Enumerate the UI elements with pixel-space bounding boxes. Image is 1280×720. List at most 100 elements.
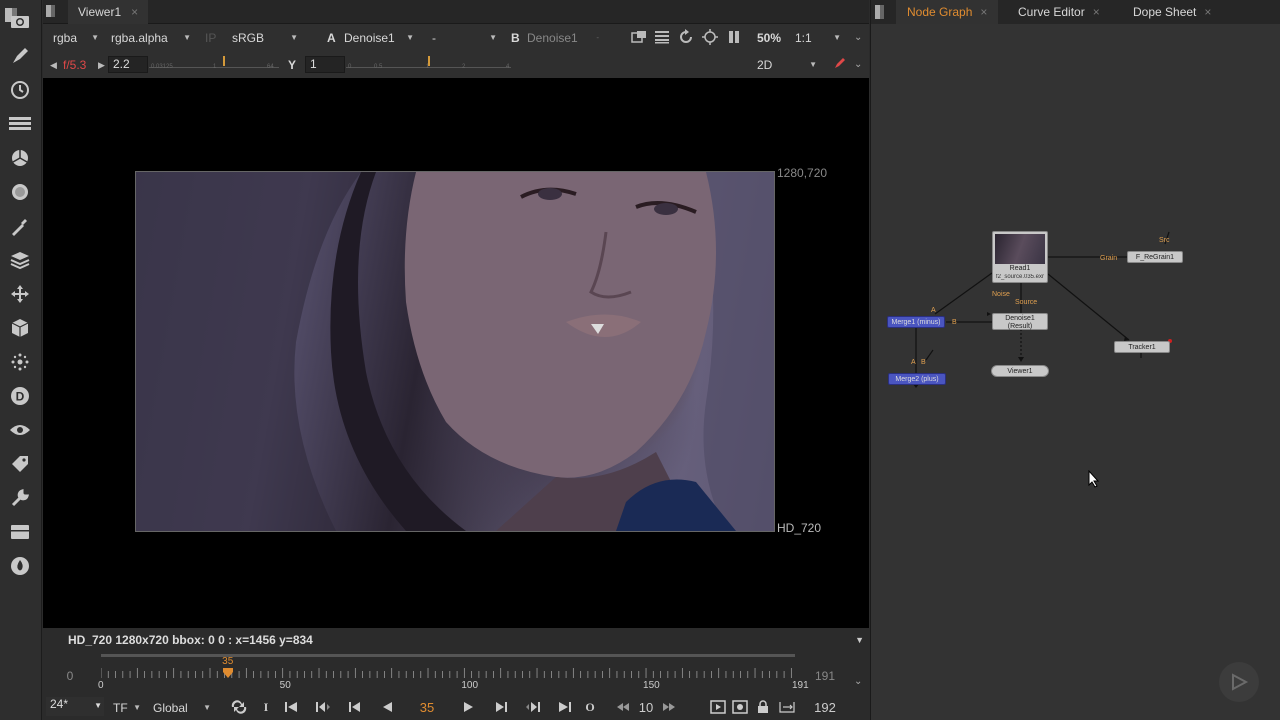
timeline[interactable]: 0 35 0 50 100 150 191 191 ⌄ <box>43 654 869 694</box>
time-format-dropdown[interactable]: TF ▼ <box>113 699 141 717</box>
timeline-range-bar[interactable] <box>101 654 795 657</box>
next-frame-icon[interactable] <box>491 698 511 716</box>
keyer-icon[interactable] <box>8 214 32 238</box>
gamma-tick-label: 2 <box>462 64 466 70</box>
last-frame-icon[interactable] <box>555 698 575 716</box>
gain-field[interactable]: 2.2 <box>108 56 148 73</box>
alpha-channel-dropdown[interactable]: rgba.alpha ▼ <box>111 29 191 47</box>
frame-range-scope-dropdown[interactable]: Global ▼ <box>153 699 211 717</box>
previous-frame-icon[interactable] <box>345 698 365 716</box>
lines-icon[interactable] <box>654 30 670 47</box>
gamma-slider[interactable]: 0 0.5 1 2 4 <box>346 56 511 70</box>
image-icon[interactable] <box>8 10 32 34</box>
refresh-icon[interactable] <box>678 28 694 49</box>
b-input-value: Denoise1 <box>527 31 578 45</box>
skip-forward-icon[interactable] <box>659 698 679 716</box>
node-tracker[interactable]: Tracker1 <box>1114 341 1170 353</box>
node-merge1[interactable]: Merge1 (minus) <box>887 316 945 328</box>
info-dropdown-icon[interactable]: ▼ <box>855 628 864 652</box>
play-backward-icon[interactable] <box>377 698 397 716</box>
merge-icon[interactable] <box>8 248 32 272</box>
timeline-options-icon[interactable]: ⌄ <box>854 676 862 687</box>
color-icon[interactable] <box>8 146 32 170</box>
chevron-down-icon: - <box>596 33 599 42</box>
gamma-tick-label: 4 <box>506 64 510 70</box>
metadata-icon[interactable] <box>8 452 32 476</box>
node-denoise[interactable]: Denoise1 (Result) <box>992 313 1048 330</box>
proxy-icon[interactable] <box>702 29 718 48</box>
first-frame-icon[interactable] <box>281 698 301 716</box>
chevron-down-icon: ▼ <box>183 33 191 42</box>
lock-icon[interactable] <box>755 698 771 716</box>
fstop-increase-icon[interactable]: ▶ <box>98 56 105 74</box>
skip-back-icon[interactable] <box>613 698 633 716</box>
next-keyframe-icon[interactable] <box>523 698 543 716</box>
gain-tick-label: 0.03125 <box>151 64 173 70</box>
deep-icon[interactable]: D <box>8 384 32 408</box>
node-merge2[interactable]: Merge2 (plus) <box>888 373 946 385</box>
previous-keyframe-icon[interactable] <box>313 698 333 716</box>
a-input-dropdown[interactable]: Denoise1 ▼ <box>344 29 414 47</box>
gamma-field[interactable]: 1 <box>305 56 345 73</box>
gain-slider[interactable]: 0.03125 1 64 <box>149 56 279 70</box>
b-input-dropdown[interactable]: Denoise1 - <box>527 29 599 47</box>
fps-dropdown[interactable]: 24* ▼ <box>46 697 104 716</box>
frame-ruler[interactable] <box>100 668 795 678</box>
node-read[interactable]: Read1 f2_source.035.exr <box>992 231 1048 283</box>
loop-mode-icon[interactable] <box>229 698 249 716</box>
current-frame-marker[interactable] <box>223 668 234 683</box>
edge-label-noise: Noise <box>992 291 1010 298</box>
pencil-icon[interactable] <box>834 57 846 72</box>
other-icon[interactable] <box>8 520 32 544</box>
colorspace-dropdown[interactable]: sRGB ▼ <box>232 29 298 47</box>
gamma-label: Y <box>288 58 297 72</box>
zoom-level[interactable]: 50% <box>757 29 781 47</box>
ratio-dropdown[interactable]: 1:1 ▼ <box>795 29 841 47</box>
out-point-button[interactable]: O <box>583 698 597 716</box>
draw-icon[interactable] <box>8 44 32 68</box>
fstop-decrease-icon[interactable]: ◀ <box>50 56 57 74</box>
fstop-value[interactable]: f/5.3 <box>63 56 86 74</box>
furnace-icon[interactable] <box>8 554 32 578</box>
more-options-icon[interactable]: ⌄ <box>854 56 862 74</box>
node-graph-pane[interactable]: Node Graph × Curve Editor × Dope Sheet × Re… <box>870 0 1280 720</box>
channel-icon[interactable] <box>8 112 32 136</box>
close-icon[interactable]: × <box>131 5 138 19</box>
pause-icon[interactable] <box>727 30 741 47</box>
chevron-down-icon: ▼ <box>489 33 497 42</box>
tab-viewer1[interactable]: Viewer1 × <box>68 0 149 24</box>
frame-range-icon[interactable] <box>777 698 797 716</box>
end-frame-field[interactable]: 191 <box>800 664 850 688</box>
time-icon[interactable] <box>8 78 32 102</box>
more-options-icon[interactable]: ⌄ <box>854 29 862 47</box>
flipbook-icon[interactable] <box>709 698 727 716</box>
transform-icon[interactable] <box>8 282 32 306</box>
view-mode-dropdown[interactable]: 2D ▼ <box>757 56 817 74</box>
in-point-button[interactable]: I <box>259 698 273 716</box>
start-frame-field[interactable]: 0 <box>45 664 95 688</box>
last-frame-field[interactable]: 192 <box>805 698 845 716</box>
ip-button[interactable]: IP <box>205 29 216 47</box>
tool-palette: D <box>0 0 42 720</box>
roi-icon[interactable] <box>631 30 647 47</box>
viewer-canvas[interactable]: 1280,720 HD_720 <box>43 78 869 628</box>
node-regrain[interactable]: F_ReGrain1 <box>1127 251 1183 263</box>
mouse-cursor <box>1088 469 1100 491</box>
wipe-mode-dropdown[interactable]: - ▼ <box>432 29 497 47</box>
3d-icon[interactable] <box>8 316 32 340</box>
views-icon[interactable] <box>8 418 32 442</box>
gain-slider-knob[interactable] <box>223 56 225 66</box>
toolsets-icon[interactable] <box>8 486 32 510</box>
node-viewer[interactable]: Viewer1 <box>991 365 1049 377</box>
frame-increment-field[interactable]: 10 <box>635 698 657 716</box>
play-forward-icon[interactable] <box>459 698 479 716</box>
particles-icon[interactable] <box>8 350 32 374</box>
channels-dropdown[interactable]: rgba ▼ <box>53 29 99 47</box>
ratio-value: 1:1 <box>795 31 812 45</box>
record-icon[interactable] <box>731 698 749 716</box>
chevron-down-icon: ▼ <box>203 703 211 712</box>
viewer-pane-menu-icon[interactable] <box>45 0 57 24</box>
current-frame-field[interactable]: 35 <box>407 698 447 716</box>
viewer-image <box>135 171 775 532</box>
filter-icon[interactable] <box>8 180 32 204</box>
